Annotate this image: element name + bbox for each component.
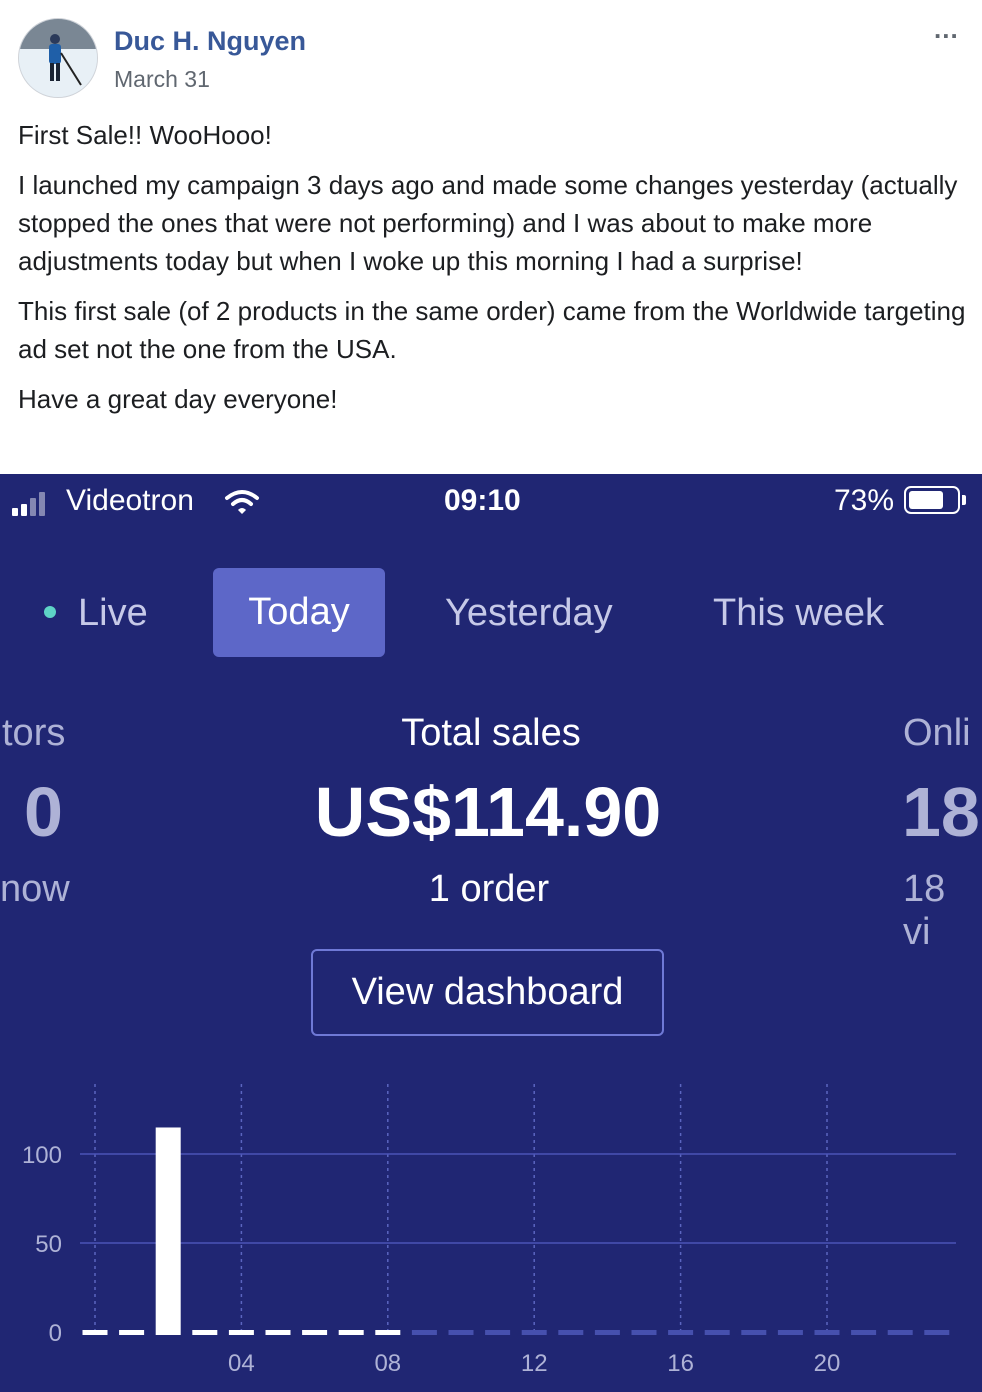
post-text: First Sale!! WooHooo! I launched my camp… bbox=[18, 116, 968, 430]
battery-icon bbox=[904, 486, 960, 514]
chart-bar bbox=[411, 1330, 437, 1335]
online-stat-title: Onli bbox=[903, 712, 971, 754]
view-dashboard-button[interactable]: View dashboard bbox=[311, 949, 664, 1036]
post-date[interactable]: March 31 bbox=[114, 66, 210, 93]
chart-bar bbox=[668, 1330, 694, 1335]
orders-count: 1 order bbox=[428, 868, 550, 910]
tab-this-week[interactable]: This week bbox=[713, 592, 884, 635]
tab-yesterday[interactable]: Yesterday bbox=[445, 592, 613, 635]
tab-today[interactable]: Today bbox=[213, 568, 385, 657]
tab-live-label: Live bbox=[78, 592, 148, 634]
post-paragraph: First Sale!! WooHooo! bbox=[18, 120, 272, 150]
total-sales-value: US$114.90 bbox=[314, 773, 662, 851]
post-paragraph: This first sale (of 2 products in the sa… bbox=[18, 296, 966, 364]
chart-bar bbox=[265, 1330, 291, 1335]
y-tick-label: 100 bbox=[22, 1142, 62, 1169]
post-header: Duc H. Nguyen March 31 ... bbox=[0, 0, 982, 110]
chart-bar bbox=[851, 1330, 877, 1335]
chart-bar bbox=[887, 1330, 913, 1335]
chart-bar bbox=[338, 1330, 364, 1335]
status-bar: Videotron 09:10 73% bbox=[0, 474, 982, 530]
chart-bar bbox=[448, 1330, 474, 1335]
chart-bar bbox=[228, 1330, 254, 1335]
chart-bar bbox=[631, 1330, 657, 1335]
author-name[interactable]: Duc H. Nguyen bbox=[114, 26, 306, 57]
battery-level bbox=[909, 491, 943, 509]
total-sales-title: Total sales bbox=[401, 712, 581, 754]
battery-percent: 73% bbox=[834, 484, 895, 517]
signal-icon bbox=[12, 488, 56, 516]
post-paragraph: Have a great day everyone! bbox=[18, 384, 338, 414]
tab-live[interactable]: Live bbox=[44, 592, 148, 635]
chart-bar bbox=[521, 1330, 547, 1335]
x-tick-label: 12 bbox=[521, 1350, 548, 1377]
y-tick-label: 50 bbox=[35, 1231, 62, 1258]
y-tick-label: 0 bbox=[49, 1320, 62, 1347]
chart-bar bbox=[594, 1330, 620, 1335]
chart-bar bbox=[741, 1330, 767, 1335]
avatar-image bbox=[19, 19, 97, 97]
chart-bar bbox=[119, 1330, 145, 1335]
chart-bar bbox=[302, 1330, 328, 1335]
chart-bar bbox=[924, 1330, 950, 1335]
wifi-icon bbox=[225, 490, 259, 514]
chart-bar bbox=[704, 1330, 730, 1335]
x-tick-label: 16 bbox=[667, 1350, 694, 1377]
status-time: 09:10 bbox=[444, 484, 521, 517]
chart-bar bbox=[155, 1127, 181, 1335]
sales-bar-chart: 0 50 100 04 08 12 16 20 bbox=[22, 1084, 956, 1377]
battery-tip bbox=[962, 495, 966, 505]
chart-bar bbox=[82, 1330, 108, 1335]
x-tick-label: 20 bbox=[814, 1350, 841, 1377]
chart-bar bbox=[777, 1330, 803, 1335]
live-dot-icon bbox=[44, 605, 56, 618]
chart-bar bbox=[192, 1330, 218, 1335]
x-tick-label: 04 bbox=[228, 1350, 255, 1377]
chart-bar bbox=[375, 1330, 401, 1335]
online-stat-value: 18 bbox=[902, 773, 980, 851]
x-tick-label: 08 bbox=[374, 1350, 401, 1377]
carrier-name: Videotron bbox=[66, 484, 194, 517]
chart-bar bbox=[558, 1330, 584, 1335]
chart-bar bbox=[485, 1330, 511, 1335]
post-paragraph: I launched my campaign 3 days ago and ma… bbox=[18, 170, 958, 276]
online-stat-sub: 18 vi bbox=[903, 868, 946, 953]
avatar[interactable] bbox=[18, 18, 98, 98]
chart-bar bbox=[814, 1330, 840, 1335]
more-options-icon[interactable]: ... bbox=[934, 14, 959, 45]
